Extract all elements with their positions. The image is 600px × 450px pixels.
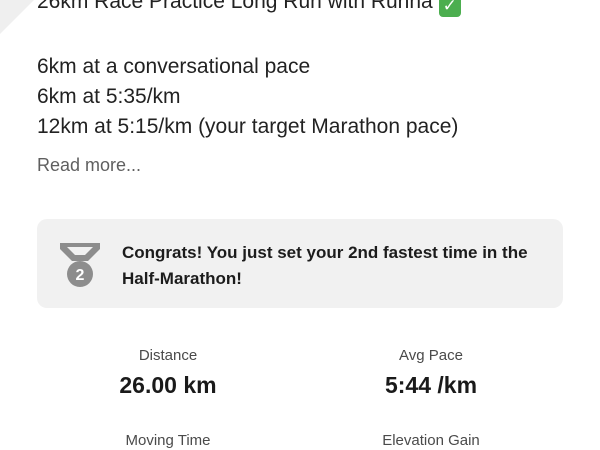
description-line: 6km at 5:35/km xyxy=(37,85,181,108)
stat-label: Moving Time xyxy=(125,432,211,449)
check-mark-icon: ✓ xyxy=(438,0,461,17)
description-line: 12km at 5:15/km (your target Marathon pa… xyxy=(37,115,459,138)
stat-label: Elevation Gain xyxy=(382,432,480,449)
stat-moving-time: Moving Time xyxy=(68,432,268,450)
activity-description: 6km at a conversational pace 6km at 5:35… xyxy=(37,52,458,142)
stat-label: Distance xyxy=(138,347,198,364)
activity-title: 26km Race Practice Long Run with Runna ✓ xyxy=(37,0,461,17)
stat-distance: Distance 26.00 km xyxy=(68,347,268,399)
stat-avg-pace: Avg Pace 5:44 /km xyxy=(331,347,531,399)
activity-card: 26km Race Practice Long Run with Runna ✓ … xyxy=(0,0,600,450)
read-more-link[interactable]: Read more... xyxy=(37,155,141,176)
activity-title-text: 26km Race Practice Long Run with Runna xyxy=(37,0,433,13)
stat-value: 5:44 /km xyxy=(384,372,478,398)
stat-value: 26.00 km xyxy=(119,372,217,398)
achievement-text: Congrats! You just set your 2nd fastest … xyxy=(122,243,528,288)
medal-number: 2 xyxy=(76,267,85,284)
stat-elevation-gain: Elevation Gain xyxy=(331,432,531,450)
achievement-banner[interactable]: 2 Congrats! You just set your 2nd fastes… xyxy=(37,219,563,308)
card-corner xyxy=(0,0,34,34)
description-line: 6km at a conversational pace xyxy=(37,55,311,78)
stat-label: Avg Pace xyxy=(399,347,463,364)
medal-icon: 2 xyxy=(60,243,100,287)
